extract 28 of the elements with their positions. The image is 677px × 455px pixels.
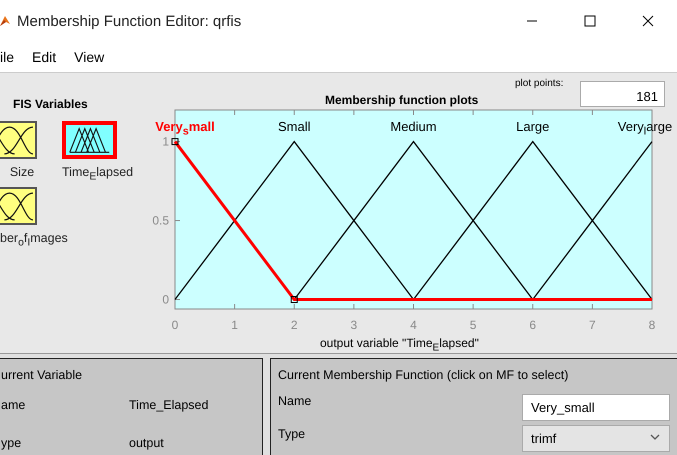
axis-tick-label: 1 [162,134,169,149]
axis-tick-label: 0 [172,318,178,332]
axis-tick-label: 2 [290,318,298,332]
variable-label: ber$_{o}$f$_{I}$mages [0,230,68,248]
axis-tick-label: 1 [231,318,238,332]
axis-tick-label: 5 [470,318,476,332]
field-value: output [129,436,164,452]
axis-label: output variable "Time$_{E}$lapsed" [320,336,479,354]
axis-tick-label: 8 [648,318,656,332]
panel-title: urrent Variable [1,368,82,382]
axis-tick-label: 0 [162,292,169,307]
plot-title: Membership function plots [325,93,478,107]
field-label: ame [1,398,26,414]
axis-tick-label: 7 [589,318,596,332]
section-title: FIS Variables [13,97,89,111]
field-label: Type [278,427,306,441]
field-label: Name [278,394,312,408]
field-value: Time_Elapsed [129,398,208,414]
variable-label: Size [10,165,34,179]
variable-label: Time$_{E}$lapsed [62,165,134,182]
plot-points-label: plot points: [515,78,564,89]
axis-tick-label: 4 [410,318,417,332]
axis-tick-label: 0.5 [152,214,169,228]
panel-title: Current Membership Function (click on MF to select) [278,368,568,382]
field-label: ype [1,436,22,452]
axis-tick-label: 3 [350,318,358,332]
window-title: Membership Function Editor: qrfis [17,12,242,30]
axis-tick-label: 6 [529,318,536,332]
